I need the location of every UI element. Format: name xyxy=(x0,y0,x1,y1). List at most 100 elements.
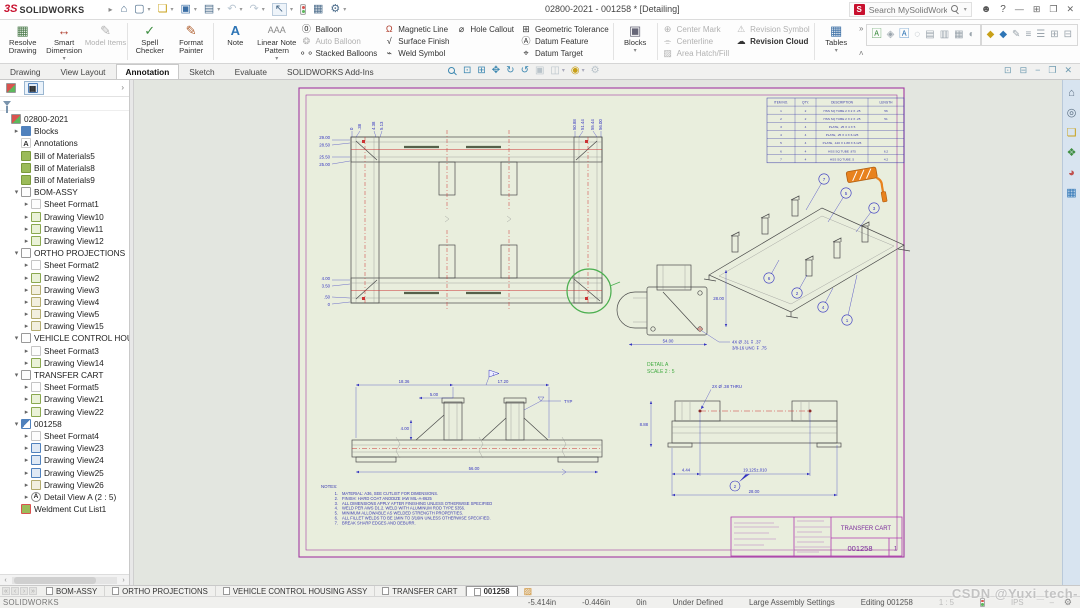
scroll-left-icon[interactable]: ‹ xyxy=(0,577,11,584)
new-file-icon[interactable]: ▢ xyxy=(134,4,144,15)
tree-item[interactable]: AAnnotations xyxy=(0,137,129,149)
chevron-right-icon[interactable]: ▸ xyxy=(22,383,31,391)
grid-snap-icon[interactable]: ⊞ xyxy=(1050,30,1058,40)
sheet-tab-ortho-projections[interactable]: ORTHO PROJECTIONS xyxy=(105,586,216,596)
feature-tree-tab[interactable] xyxy=(2,81,22,95)
chevron-right-icon[interactable]: ▸ xyxy=(22,395,31,403)
contrast-mini-icon[interactable]: ◐ xyxy=(969,30,975,40)
display-style-icon[interactable]: ◫ xyxy=(550,66,559,76)
tree-item[interactable]: ▸Drawing View2 xyxy=(0,271,129,283)
section-view-icon[interactable]: ▣ xyxy=(535,66,544,76)
drawing-tree-tab[interactable]: ▤ xyxy=(24,81,44,95)
datum-feature-button[interactable]: ⒶDatum Feature xyxy=(520,36,609,47)
prev-sheet-icon[interactable]: ‹ xyxy=(11,587,19,595)
search-icon[interactable] xyxy=(951,5,960,14)
save-icon[interactable]: ▣ xyxy=(180,4,190,15)
search-box[interactable]: S ▾ xyxy=(849,2,972,17)
tree-item[interactable]: ▸Drawing View21 xyxy=(0,393,129,405)
linear-note-pattern-button[interactable]: AAALinear Note Pattern▾ xyxy=(256,21,297,62)
stamp-icon[interactable]: ◌ xyxy=(914,30,920,40)
datum-target-button[interactable]: ⌖Datum Target xyxy=(520,48,609,59)
balloon-button[interactable]: 🄋Balloon xyxy=(300,24,377,35)
tree-item[interactable]: ▸Sheet Format4 xyxy=(0,430,129,442)
balloon-3[interactable]: 3 xyxy=(873,206,876,211)
hole-callout-button[interactable]: ⌀Hole Callout xyxy=(455,24,514,35)
resolve-drawing-button[interactable]: ▦Resolve Drawing xyxy=(2,21,43,62)
chevron-down-icon[interactable]: ▾ xyxy=(12,188,21,196)
tree-item[interactable]: ▸Sheet Format2 xyxy=(0,259,129,271)
geometric-tolerance-button[interactable]: ⊞Geometric Tolerance xyxy=(520,24,609,35)
sheet-tab-transfer-cart[interactable]: TRANSFER CART xyxy=(375,586,465,596)
panel-expand-icon[interactable]: › xyxy=(121,84,127,92)
balloon-5[interactable]: 5 xyxy=(845,191,848,196)
stacked-balloons-button[interactable]: ⚬⚬Stacked Balloons xyxy=(300,48,377,59)
custom-properties-icon[interactable]: ▦ xyxy=(1066,188,1076,199)
sheet-tab-001258[interactable]: 001258 xyxy=(466,586,518,596)
align-lines-icon[interactable]: ≡ xyxy=(1025,30,1031,40)
chevron-right-icon[interactable]: ▸ xyxy=(22,213,31,221)
open-file-icon[interactable]: ❏ xyxy=(158,4,168,15)
chevron-right-icon[interactable]: ▸ xyxy=(22,286,31,294)
filter-row[interactable] xyxy=(0,97,129,111)
scroll-thumb[interactable] xyxy=(14,577,96,584)
doc-close-icon[interactable]: ✕ xyxy=(1064,66,1072,75)
tree-item[interactable]: ▸Drawing View24 xyxy=(0,454,129,466)
chevron-right-icon[interactable]: ▸ xyxy=(22,310,31,318)
chevron-down-icon[interactable]: ▾ xyxy=(12,334,21,342)
pan-icon[interactable]: ✥ xyxy=(492,66,500,76)
chevron-right-icon[interactable]: ▸ xyxy=(22,359,31,367)
balloon-4[interactable]: 4 xyxy=(822,305,825,310)
doc-cascade-icon[interactable]: ⊟ xyxy=(1020,66,1028,75)
chevron-right-icon[interactable]: ▸ xyxy=(22,408,31,416)
tab-evaluate[interactable]: Evaluate xyxy=(225,64,277,79)
zoom-icon[interactable] xyxy=(448,67,457,76)
spell-checker-button[interactable]: ✓Spell Checker xyxy=(129,21,170,62)
chevron-right-icon[interactable]: ▸ xyxy=(22,225,31,233)
ribbon-more-icon[interactable]: » xyxy=(859,25,864,33)
tree-item[interactable]: ▸Drawing View5 xyxy=(0,308,129,320)
gem-yellow-icon[interactable]: ◆ xyxy=(987,30,995,40)
chevron-right-icon[interactable]: ▸ xyxy=(12,127,21,135)
model-items-button[interactable]: ✎Model Items xyxy=(85,21,126,62)
next-sheet-icon[interactable]: › xyxy=(20,587,28,595)
home-taskpane-icon[interactable]: ⌂ xyxy=(1068,88,1075,99)
tab-drawing[interactable]: Drawing xyxy=(0,64,50,79)
scroll-right-icon[interactable]: › xyxy=(118,577,129,584)
zoom-to-area-icon[interactable]: ⊞ xyxy=(477,66,485,76)
blocks-button[interactable]: ▣Blocks▾ xyxy=(614,21,655,62)
area-hatch-fill-button[interactable]: ▨Area Hatch/Fill xyxy=(662,48,729,59)
view-settings-icon[interactable]: ⚙ xyxy=(591,66,600,76)
drawing-viewport[interactable]: 29.00 28.50 25.50 25.00 4.00 3.50 .50 0 … xyxy=(134,80,1062,585)
tree-item[interactable]: ▾BOM-ASSY xyxy=(0,186,129,198)
scroll-track[interactable] xyxy=(12,577,117,584)
note-green-icon[interactable]: 🄰 xyxy=(899,30,909,40)
home-icon[interactable]: ⌂ xyxy=(120,4,127,15)
options-gear-icon[interactable]: ⚙ xyxy=(330,4,340,15)
chevron-down-icon[interactable]: ▾ xyxy=(12,249,21,257)
help-icon[interactable]: ? xyxy=(1000,5,1006,15)
tree-item[interactable]: ▸Drawing View23 xyxy=(0,442,129,454)
note-image-icon[interactable]: 🄰 xyxy=(872,30,882,40)
close-button[interactable]: ✕ xyxy=(1066,5,1074,14)
tab-view-layout[interactable]: View Layout xyxy=(50,64,115,79)
tree-item[interactable]: ▸Blocks xyxy=(0,125,129,137)
undo-icon[interactable]: ↶ xyxy=(227,4,236,15)
doc-minimize-icon[interactable]: − xyxy=(1035,66,1040,75)
collapse-mini-icon[interactable]: ⊟ xyxy=(1064,30,1072,40)
centerline-button[interactable]: ⌯Centerline xyxy=(662,36,729,47)
panel-horizontal-scrollbar[interactable]: ‹ › xyxy=(0,574,129,585)
chevron-right-icon[interactable]: ▸ xyxy=(22,347,31,355)
search-dropdown-icon[interactable]: ▾ xyxy=(964,7,967,13)
grid-mini-icon[interactable]: ▦ xyxy=(954,30,963,40)
tab-solidworks-add-ins[interactable]: SOLIDWORKS Add-Ins xyxy=(277,64,384,79)
chevron-right-icon[interactable]: ▸ xyxy=(22,261,31,269)
sheet-tab-vehicle-control-housing-assy[interactable]: VEHICLE CONTROL HOUSING ASSY xyxy=(216,586,375,596)
pencil-mini-icon[interactable]: ✎ xyxy=(1012,30,1020,40)
rebuild-traffic-light-icon[interactable] xyxy=(300,4,306,15)
balloon-7[interactable]: 7 xyxy=(823,177,826,182)
chevron-right-icon[interactable]: ▸ xyxy=(22,200,31,208)
layer-icon[interactable]: ☰ xyxy=(1036,30,1045,40)
chevron-right-icon[interactable]: ▸ xyxy=(22,493,31,501)
center-mark-button[interactable]: ⊕Center Mark xyxy=(662,24,729,35)
status-traffic-light-icon[interactable] xyxy=(980,598,985,607)
